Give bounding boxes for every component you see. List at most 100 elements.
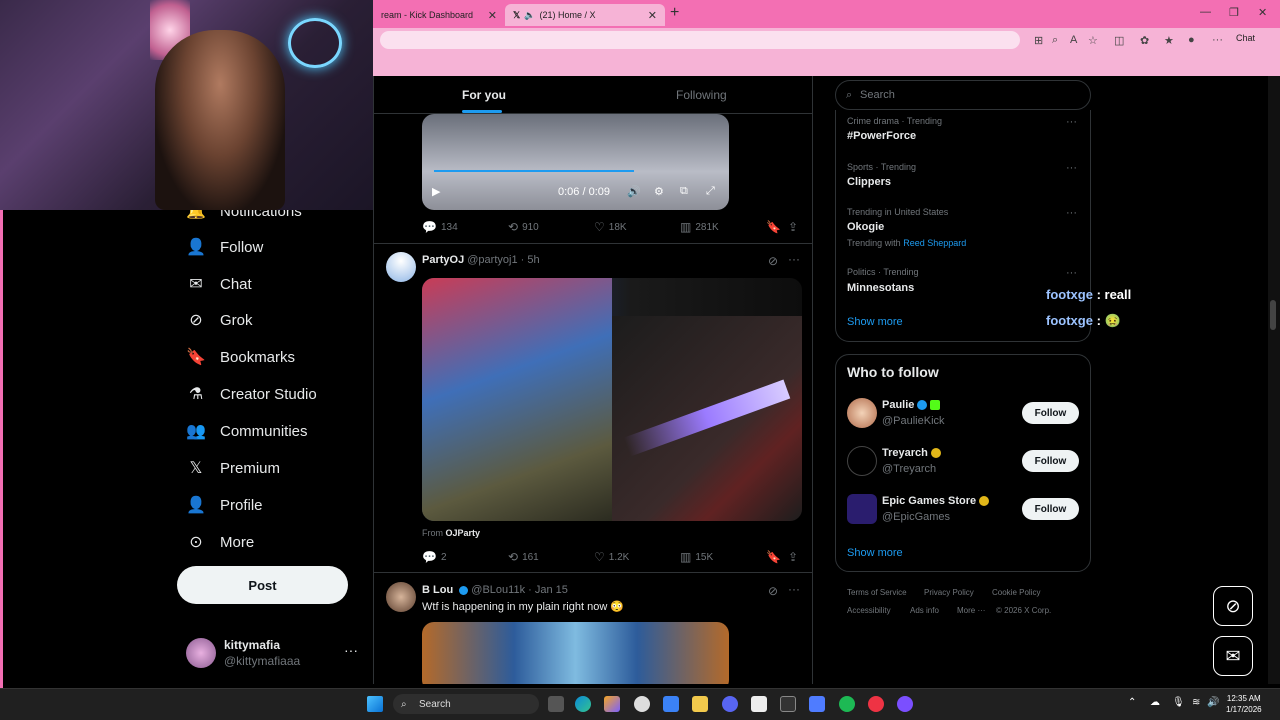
follow-button[interactable]: Follow xyxy=(1022,402,1079,424)
follow-button[interactable]: Follow xyxy=(1022,450,1079,472)
share-button[interactable]: ⇪ xyxy=(788,550,802,564)
avatar[interactable] xyxy=(386,252,416,282)
copilot-chat-button[interactable]: Chat xyxy=(1236,33,1255,43)
tab-kick-dashboard[interactable]: ream - Kick Dashboard ✕ xyxy=(373,4,505,26)
task-view-icon[interactable] xyxy=(548,696,564,712)
nav-bookmarks[interactable]: 🔖 Bookmarks xyxy=(186,342,295,372)
nav-creator-studio[interactable]: ⚗ Creator Studio xyxy=(186,379,317,409)
grok-fab-button[interactable]: ⊘ xyxy=(1213,586,1253,626)
chevron-up-icon[interactable]: ⌃ xyxy=(1128,697,1136,708)
read-aloud-icon[interactable]: A xyxy=(1070,34,1077,46)
post-button[interactable]: Post xyxy=(177,566,348,604)
nav-communities[interactable]: 👥 Communities xyxy=(186,416,308,446)
fullscreen-icon[interactable]: ⤢ xyxy=(706,185,715,198)
search-input[interactable]: ⌕ Search xyxy=(835,80,1091,110)
avatar[interactable] xyxy=(186,638,216,668)
avatar[interactable] xyxy=(386,582,416,612)
omnibox[interactable] xyxy=(380,31,1020,49)
follow-show-more[interactable]: Show more xyxy=(847,547,903,559)
favorite-star-icon[interactable]: ☆ xyxy=(1088,34,1098,47)
notepad-icon[interactable] xyxy=(751,696,767,712)
avatar[interactable] xyxy=(847,446,877,476)
account-more-icon[interactable]: ··· xyxy=(344,642,358,658)
footer-link[interactable]: Ads info xyxy=(910,606,939,615)
app-icon[interactable] xyxy=(868,696,884,712)
close-icon[interactable]: ✕ xyxy=(648,9,657,22)
app-icon[interactable] xyxy=(634,696,650,712)
trends-show-more[interactable]: Show more xyxy=(847,316,903,328)
discord-icon[interactable] xyxy=(722,696,738,712)
cloud-icon[interactable]: ☁ xyxy=(1150,697,1160,708)
views-button[interactable]: ▥ 281K xyxy=(680,220,719,234)
settings-icon[interactable]: ⚙ xyxy=(654,185,664,198)
nav-follow[interactable]: 👤 Follow xyxy=(186,232,263,262)
nav-more[interactable]: ⊙ More xyxy=(186,527,254,557)
scrollbar[interactable] xyxy=(1268,76,1280,684)
footer-link[interactable]: Accessibility xyxy=(847,606,891,615)
trend-more-icon[interactable]: ··· xyxy=(1066,267,1077,279)
play-icon[interactable]: ▶ xyxy=(432,185,440,198)
spotify-icon[interactable] xyxy=(839,696,855,712)
share-button[interactable]: ⇪ xyxy=(788,220,802,234)
tweet-author[interactable]: B Lou @BLou11k · Jan 15 xyxy=(422,584,568,596)
footer-link[interactable]: Privacy Policy xyxy=(924,588,974,597)
zoom-icon[interactable]: ⌕ xyxy=(1052,34,1058,47)
minimize-icon[interactable]: — xyxy=(1200,6,1211,18)
avatar[interactable] xyxy=(847,494,877,524)
store-icon[interactable] xyxy=(663,696,679,712)
grok-icon[interactable]: ⊘ xyxy=(768,254,778,268)
copilot-icon[interactable] xyxy=(604,696,620,712)
nav-profile[interactable]: 👤 Profile xyxy=(186,490,263,520)
avatar[interactable] xyxy=(847,398,877,428)
tweet-media[interactable] xyxy=(422,622,729,684)
extensions-icon[interactable]: ✿ xyxy=(1140,34,1149,47)
video-player[interactable]: ▶ 0:06 / 0:09 🔊 ⚙ ⧉ ⤢ xyxy=(422,114,729,210)
tweet-media[interactable] xyxy=(422,278,802,521)
footer-link[interactable]: More ··· xyxy=(957,606,985,615)
like-button[interactable]: ♡ 1.2K xyxy=(594,550,629,564)
trend-name[interactable]: Minnesotans xyxy=(847,282,914,294)
bookmark-button[interactable]: 🔖 xyxy=(766,220,785,234)
trend-name[interactable]: Okogie xyxy=(847,221,884,233)
volume-icon[interactable]: 🔊 xyxy=(627,185,641,198)
edge-icon[interactable] xyxy=(575,696,591,712)
follow-name[interactable]: Epic Games Store xyxy=(882,495,990,507)
taskbar-clock[interactable]: 12:35 AM 1/17/2026 xyxy=(1226,693,1262,715)
more-icon[interactable]: ··· xyxy=(788,252,800,266)
trend-with-link[interactable]: Reed Sheppard xyxy=(903,238,966,248)
footer-link[interactable]: Terms of Service xyxy=(847,588,907,597)
grok-icon[interactable]: ⊘ xyxy=(768,584,778,598)
trend-more-icon[interactable]: ··· xyxy=(1066,116,1077,128)
more-icon[interactable]: ··· xyxy=(788,582,800,596)
views-button[interactable]: ▥ 15K xyxy=(680,550,713,564)
file-explorer-icon[interactable] xyxy=(692,696,708,712)
messages-fab-button[interactable]: ✉ xyxy=(1213,636,1253,676)
nav-chat[interactable]: ✉ Chat xyxy=(186,269,251,299)
reply-button[interactable]: 💬 2 xyxy=(422,550,447,564)
windows-start-icon[interactable] xyxy=(367,696,383,712)
footer-link[interactable]: Cookie Policy xyxy=(992,588,1040,597)
follow-name[interactable]: Treyarch xyxy=(882,447,941,459)
app-icon[interactable] xyxy=(897,696,913,712)
restore-icon[interactable]: ❐ xyxy=(1229,6,1239,19)
taskbar-search[interactable]: ⌕ Search xyxy=(393,694,539,714)
repost-button[interactable]: ⟲ 910 xyxy=(508,220,539,234)
bookmark-button[interactable]: 🔖 xyxy=(766,550,785,564)
trend-name[interactable]: #PowerForce xyxy=(847,130,916,142)
trend-more-icon[interactable]: ··· xyxy=(1066,207,1077,219)
tab-for-you[interactable]: For you xyxy=(462,88,506,102)
trend-more-icon[interactable]: ··· xyxy=(1066,162,1077,174)
app-icon[interactable] xyxy=(780,696,796,712)
mic-icon[interactable]: 🎙 xyxy=(1172,697,1185,708)
profile-icon[interactable]: ● xyxy=(1188,34,1195,46)
reply-button[interactable]: 💬 134 xyxy=(422,220,458,234)
nav-premium[interactable]: 𝕏 Premium xyxy=(186,453,280,483)
repost-button[interactable]: ⟲ 161 xyxy=(508,550,539,564)
like-button[interactable]: ♡ 18K xyxy=(594,220,627,234)
account-name[interactable]: kittymafia xyxy=(224,638,280,652)
tweet-author[interactable]: PartyOJ @partyoj1 · 5h xyxy=(422,254,540,266)
volume-icon[interactable]: 🔊 xyxy=(1207,697,1219,708)
video-progress[interactable] xyxy=(434,170,634,172)
close-window-icon[interactable]: ✕ xyxy=(1258,6,1267,19)
app-icon[interactable]: ⊞ xyxy=(1034,34,1043,47)
